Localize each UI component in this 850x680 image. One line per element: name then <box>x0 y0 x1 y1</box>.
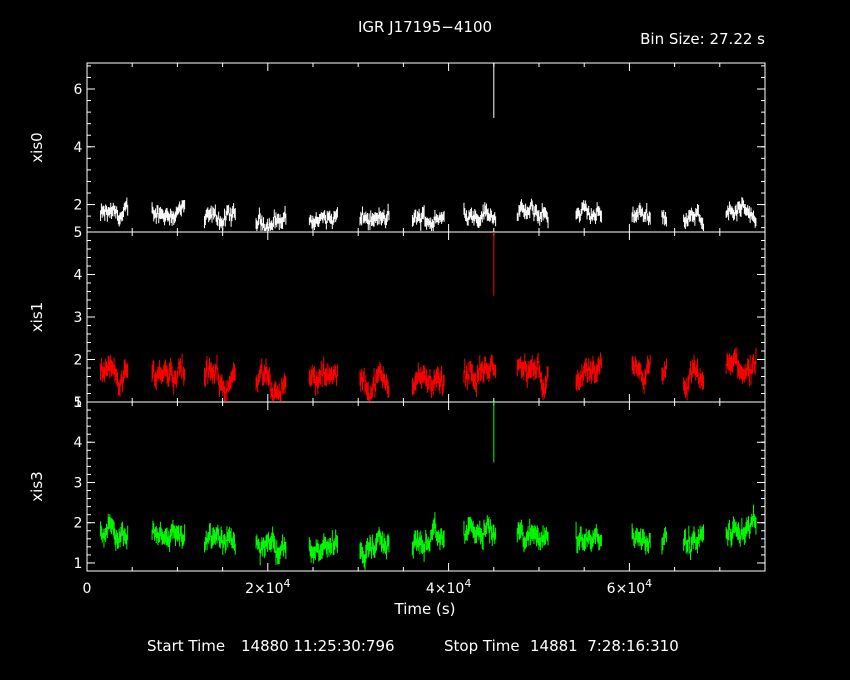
y-tick-label: 2 <box>74 198 83 214</box>
y-tick-label: 4 <box>74 268 83 284</box>
y-tick-label: 4 <box>74 435 83 451</box>
x-axis: 0 2×104 4×104 6×104 <box>83 577 653 597</box>
plot-panels: 2 4 6 xis0 1 2 3 4 5 xis1 1 2 3 4 5 xis3 <box>28 62 766 572</box>
y-axis-label: xis0 <box>28 132 46 162</box>
panel-xis0: 2 4 6 xis0 <box>28 62 766 233</box>
panel-xis3: 1 2 3 4 5 xis3 <box>28 395 766 572</box>
x-axis-label: Time (s) <box>394 600 456 618</box>
y-tick-label: 3 <box>74 475 83 491</box>
stop-time-value: 14881 7:28:16:310 <box>530 637 679 655</box>
y-tick-label: 2 <box>74 516 83 532</box>
y-tick-label: 4 <box>74 140 83 156</box>
x-tick-label: 4×104 <box>426 577 471 597</box>
series-xis3 <box>100 402 757 570</box>
panel-frame <box>86 62 766 233</box>
x-tick-label: 0 <box>83 581 92 597</box>
y-tick-label: 1 <box>74 556 83 572</box>
y-axis-label: xis3 <box>28 471 46 501</box>
start-time-label: Start Time <box>147 637 225 655</box>
y-tick-label: 5 <box>74 395 83 411</box>
y-tick-label: 5 <box>74 225 83 241</box>
stop-time-label: Stop Time <box>444 637 520 655</box>
x-tick-label: 2×104 <box>245 577 290 597</box>
start-time-value: 14880 11:25:30:796 <box>241 637 395 655</box>
chart-title: IGR J17195−4100 <box>358 18 492 36</box>
y-axis-label: xis1 <box>28 302 46 332</box>
lightcurve-figure: IGR J17195−4100 Bin Size: 27.22 s 2 4 6 xis… <box>28 18 766 655</box>
series-xis0 <box>100 63 757 231</box>
bin-size-label: Bin Size: 27.22 s <box>640 30 765 48</box>
y-tick-label: 6 <box>74 82 83 98</box>
y-tick-label: 2 <box>74 353 83 369</box>
panel-xis1: 12345xis1 <box>28 225 766 411</box>
series-xis1 <box>100 232 757 401</box>
x-tick-label: 6×104 <box>607 577 652 597</box>
y-tick-label: 3 <box>74 310 83 326</box>
